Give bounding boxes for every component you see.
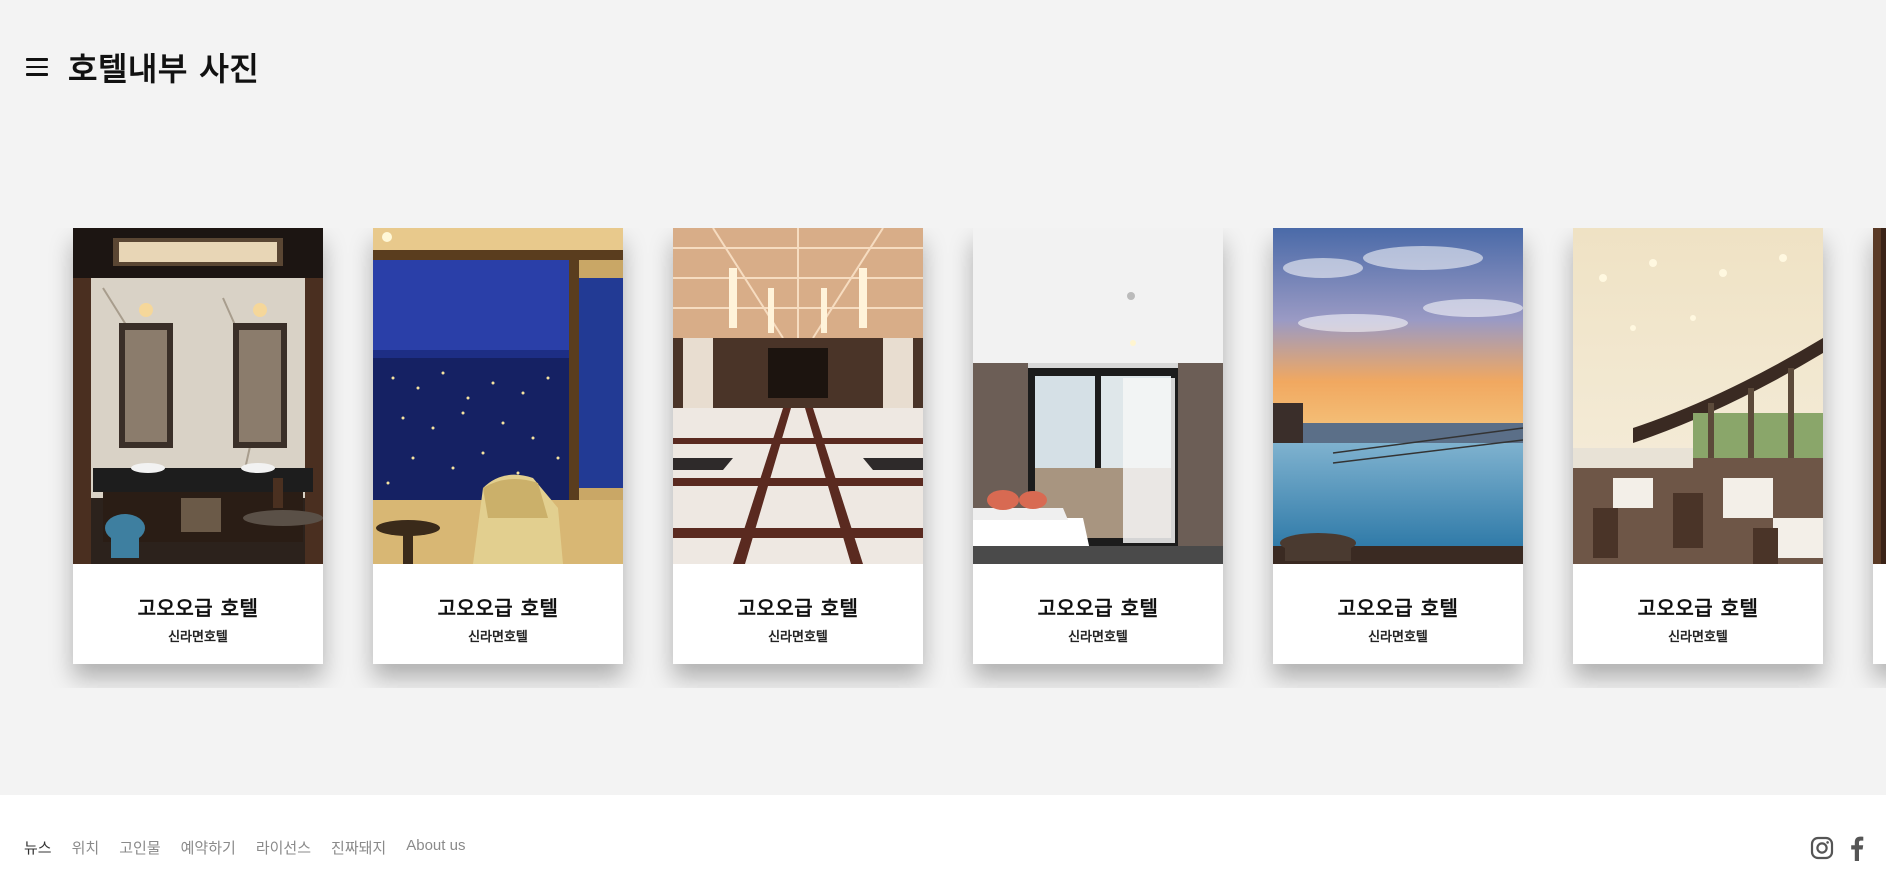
card-title: 고오오급 호텔 [1637,596,1759,620]
hotel-card[interactable]: 고오오급 호텔 신라면호텔 [1573,228,1823,664]
hotel-photo-bedroom [973,228,1223,564]
footer-nav: 뉴스 위치 고인물 예약하기 라이선스 진짜돼지 About us [24,837,465,858]
hotel-card[interactable]: 고오오급 호텔 신라면호텔 [73,228,323,664]
card-body: 고오오급 호텔 신라면호텔 [673,564,923,664]
footer-link-news[interactable]: 뉴스 [24,837,52,858]
footer: 뉴스 위치 고인물 예약하기 라이선스 진짜돼지 About us [0,795,1886,880]
facebook-icon[interactable] [1850,835,1864,865]
hotel-photo-night-city [373,228,623,564]
footer-link-license[interactable]: 라이선스 [256,837,311,858]
photo-carousel[interactable]: 고오오급 호텔 신라면호텔 고오오급 호텔 신라면호텔 고오오급 호텔 신라면호… [0,228,1886,688]
social-links [1810,835,1864,865]
hotel-card-partial[interactable] [1873,228,1886,664]
card-title: 고오오급 호텔 [737,596,859,620]
footer-link-jinjjadwaeji[interactable]: 진짜돼지 [331,837,386,858]
card-subtitle: 신라면호텔 [1068,630,1128,645]
footer-link-location[interactable]: 위치 [72,837,100,858]
hotel-card[interactable]: 고오오급 호텔 신라면호텔 [973,228,1223,664]
footer-link-goinmul[interactable]: 고인물 [119,837,160,858]
hotel-photo-pool [1273,228,1523,564]
footer-link-reservation[interactable]: 예약하기 [181,837,236,858]
card-title: 고오오급 호텔 [1037,596,1159,620]
card-body: 고오오급 호텔 신라면호텔 [1573,564,1823,664]
header: 호텔내부 사진 [26,44,259,90]
card-subtitle: 신라면호텔 [768,630,828,645]
card-body: 고오오급 호텔 신라면호텔 [1273,564,1523,664]
hamburger-menu-icon[interactable] [26,56,52,78]
card-title: 고오오급 호텔 [137,596,259,620]
hotel-photo-partial [1873,228,1886,564]
card-subtitle: 신라면호텔 [1368,630,1428,645]
hotel-photo-lobby [673,228,923,564]
card-subtitle: 신라면호텔 [468,630,528,645]
card-title: 고오오급 호텔 [1337,596,1459,620]
footer-link-about-us[interactable]: About us [406,837,465,858]
instagram-icon[interactable] [1810,836,1834,864]
hotel-photo-restaurant [1573,228,1823,564]
hotel-card[interactable]: 고오오급 호텔 신라면호텔 [373,228,623,664]
hotel-photo-bathroom [73,228,323,564]
card-body: 고오오급 호텔 신라면호텔 [373,564,623,664]
card-body: 고오오급 호텔 신라면호텔 [973,564,1223,664]
page-title: 호텔내부 사진 [68,50,260,88]
card-title: 고오오급 호텔 [437,596,559,620]
card-body: 고오오급 호텔 신라면호텔 [73,564,323,664]
hotel-card[interactable]: 고오오급 호텔 신라면호텔 [1273,228,1523,664]
card-subtitle: 신라면호텔 [1668,630,1728,645]
card-subtitle: 신라면호텔 [168,630,228,645]
hotel-card[interactable]: 고오오급 호텔 신라면호텔 [673,228,923,664]
